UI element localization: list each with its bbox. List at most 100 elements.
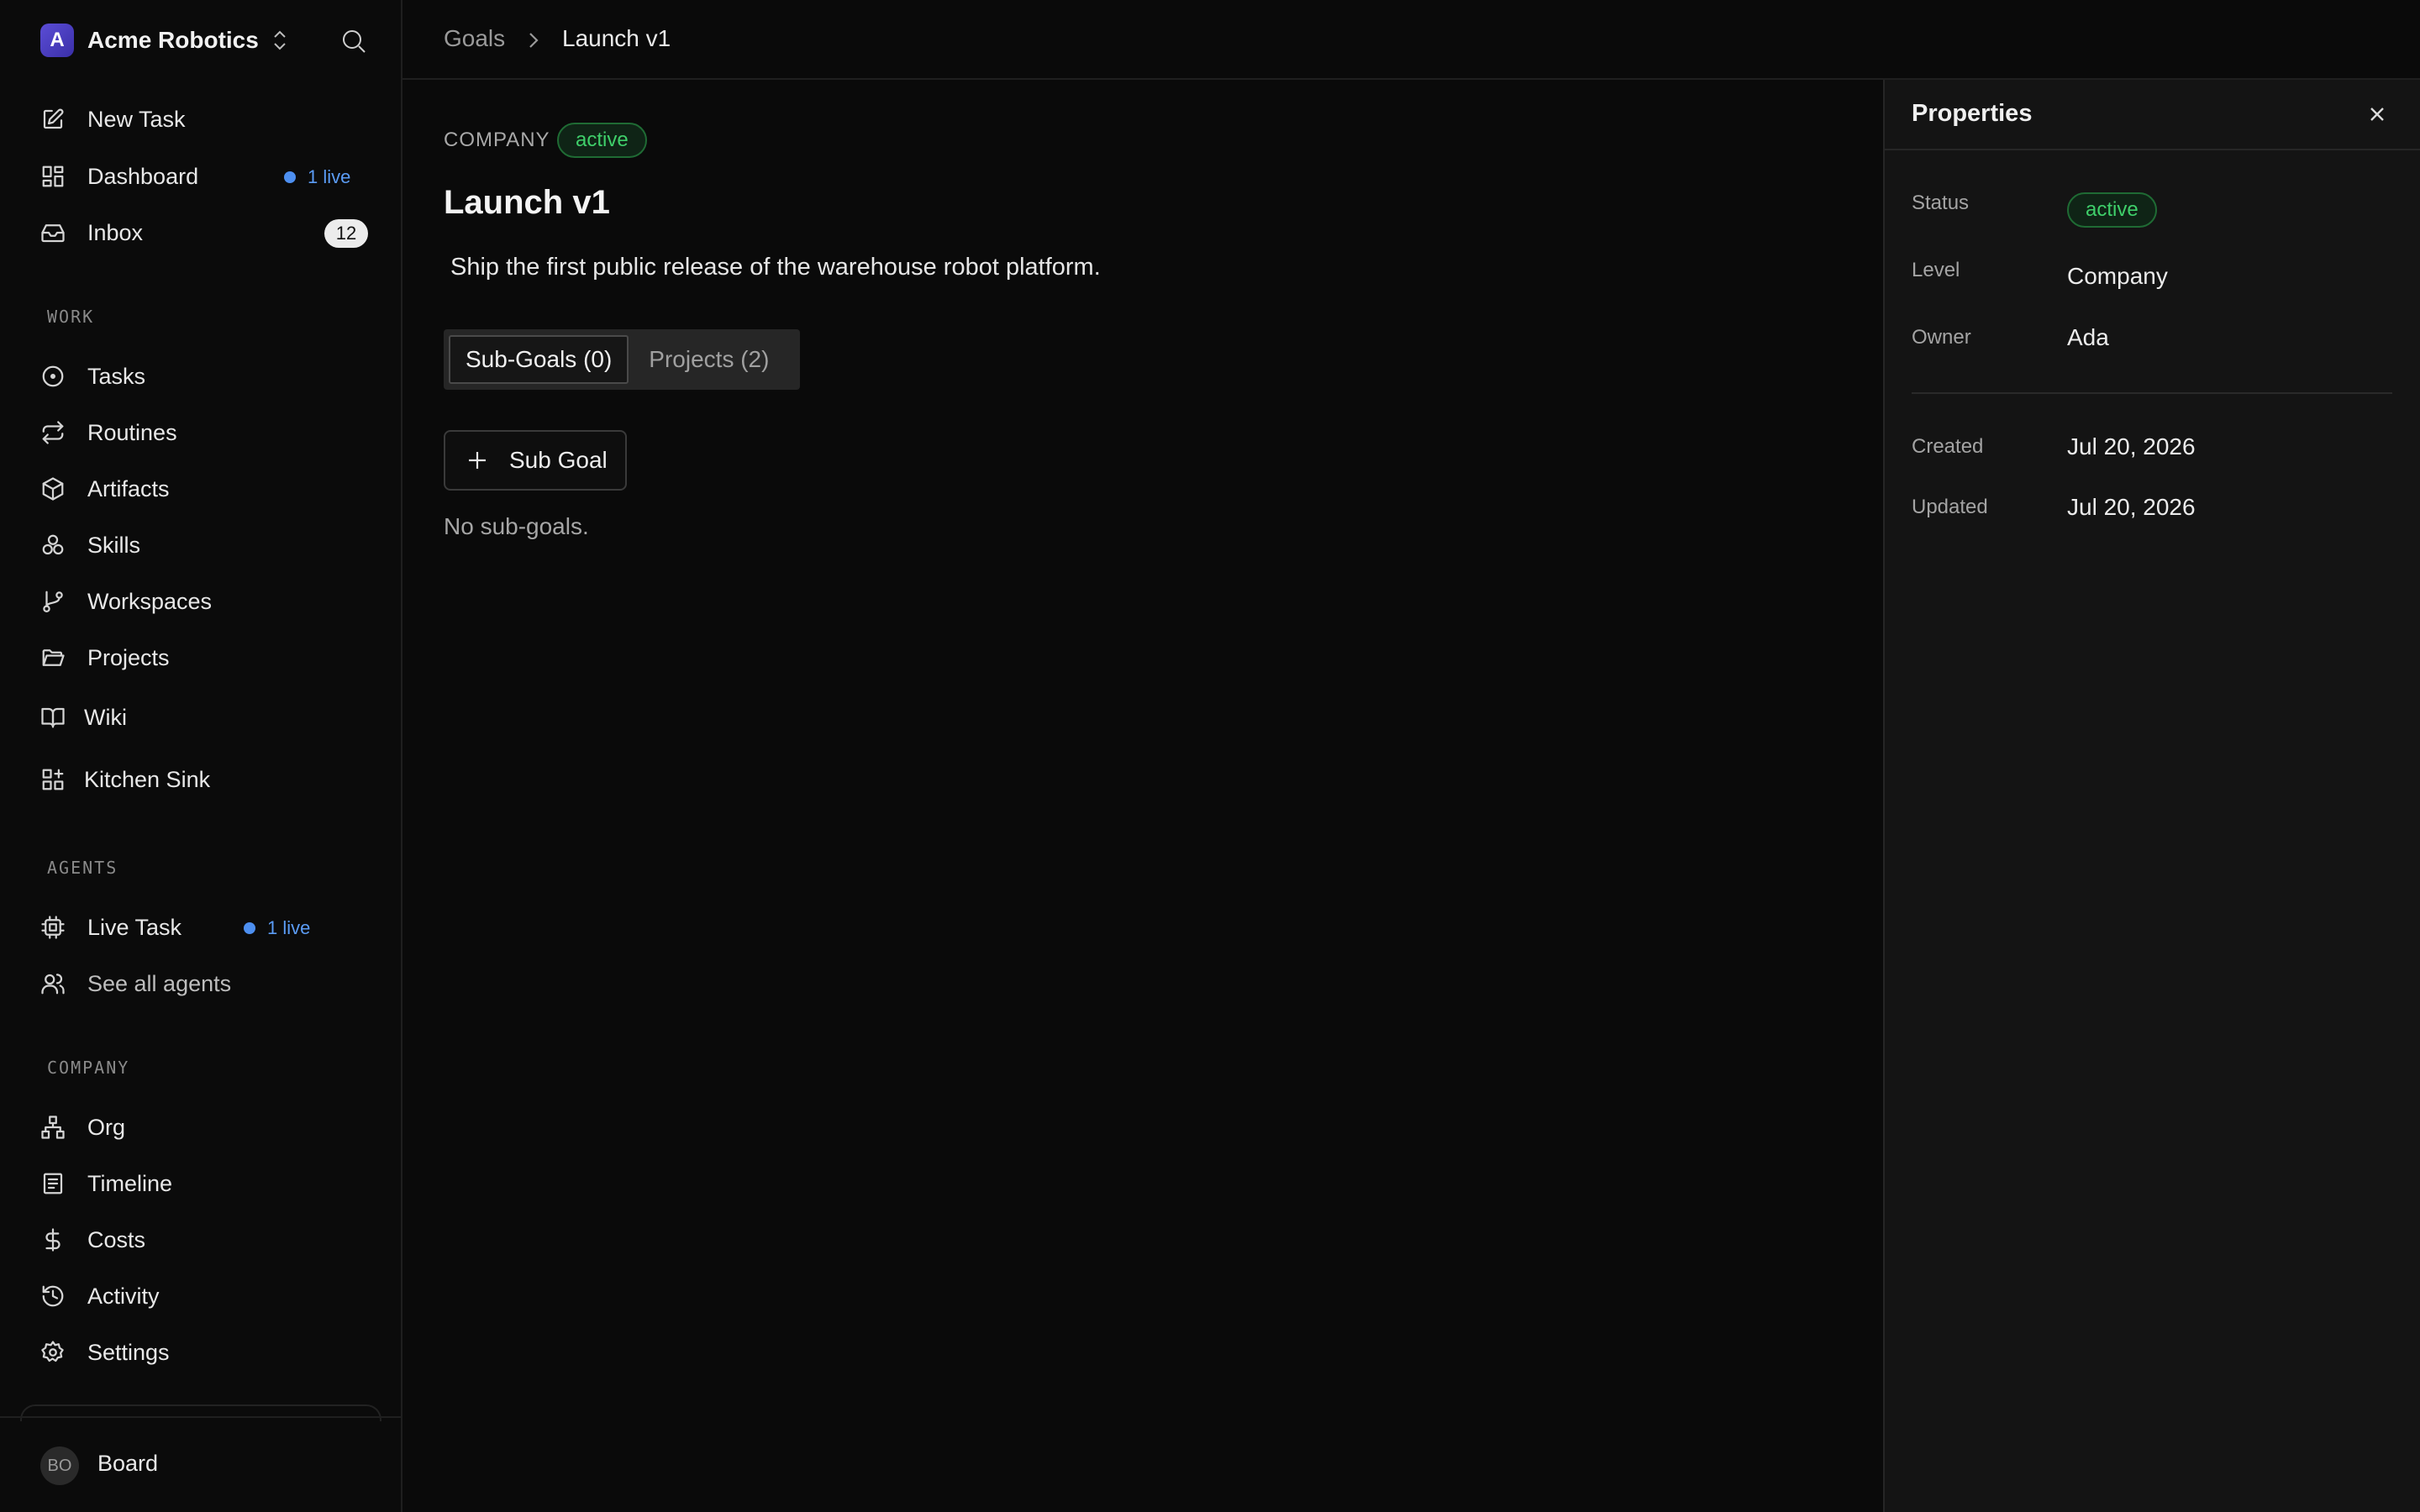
sidebar-item-label: Activity bbox=[87, 1283, 160, 1309]
company-switcher[interactable]: A Acme Robotics bbox=[40, 22, 289, 59]
circle-dot-icon bbox=[40, 364, 66, 389]
gear-icon bbox=[40, 1340, 66, 1365]
live-text: 1 live bbox=[267, 917, 311, 938]
sidebar-item-wiki[interactable]: Wiki bbox=[40, 696, 368, 739]
sidebar-item-label: Inbox bbox=[87, 219, 144, 245]
search-icon[interactable] bbox=[339, 27, 368, 55]
history-icon bbox=[40, 1284, 66, 1309]
level-label: Level bbox=[1912, 259, 1960, 281]
sidebar-item-label: Costs bbox=[87, 1226, 146, 1252]
section-label-agents: AGENTS bbox=[47, 858, 118, 878]
status-badge[interactable]: active bbox=[2067, 192, 2157, 228]
chevron-up-down-icon bbox=[271, 28, 289, 53]
inbox-count-badge: 12 bbox=[324, 219, 368, 248]
sidebar-item-label: Projects bbox=[87, 644, 170, 670]
dashboard-icon bbox=[40, 164, 66, 189]
owner-value[interactable]: Ada bbox=[2067, 324, 2109, 351]
branch-icon bbox=[40, 589, 66, 614]
sidebar-item-label: Kitchen Sink bbox=[84, 766, 211, 792]
sidebar-item-label: Live Task bbox=[87, 914, 182, 940]
company-logo: A bbox=[40, 24, 74, 57]
goal-description[interactable]: Ship the first public release of the war… bbox=[450, 254, 1101, 281]
grid-plus-icon bbox=[40, 767, 66, 792]
avatar[interactable]: BO bbox=[40, 1446, 79, 1485]
chevron-right-icon bbox=[523, 29, 544, 52]
live-indicator: 1 live bbox=[244, 917, 310, 939]
sidebar-item-see-all-agents[interactable]: See all agents bbox=[40, 962, 368, 1005]
top-bar: Goals Launch v1 bbox=[402, 0, 2420, 80]
company-name: Acme Robotics bbox=[87, 27, 259, 53]
sidebar-item-org[interactable]: Org bbox=[40, 1105, 368, 1149]
sidebar-item-costs[interactable]: Costs bbox=[40, 1218, 368, 1262]
section-label-work: WORK bbox=[47, 307, 95, 327]
sidebar-item-skills[interactable]: Skills bbox=[40, 523, 368, 567]
sidebar-item-new-task[interactable]: New Task bbox=[40, 97, 368, 141]
sidebar-item-activity[interactable]: Activity bbox=[40, 1274, 368, 1318]
repeat-icon bbox=[40, 420, 66, 445]
sidebar-item-workspaces[interactable]: Workspaces bbox=[40, 580, 368, 623]
sidebar-item-routines[interactable]: Routines bbox=[40, 411, 368, 454]
user-name[interactable]: Board bbox=[97, 1451, 158, 1477]
breadcrumb-goals[interactable]: Goals bbox=[444, 25, 505, 52]
sidebar-item-settings[interactable]: Settings bbox=[40, 1331, 368, 1374]
section-label-company: COMPANY bbox=[47, 1058, 130, 1078]
live-dot bbox=[244, 922, 255, 934]
cpu-icon bbox=[40, 915, 66, 940]
sidebar-item-label: New Task bbox=[87, 106, 186, 132]
add-sub-goal-button[interactable]: Sub Goal bbox=[444, 430, 627, 491]
goal-level: COMPANY bbox=[444, 129, 550, 151]
status-badge: active bbox=[557, 123, 647, 158]
inbox-icon bbox=[40, 220, 66, 245]
created-label: Created bbox=[1912, 435, 1984, 458]
sidebar-item-projects[interactable]: Projects bbox=[40, 636, 368, 680]
sidebar-item-label: Skills bbox=[87, 532, 141, 558]
sidebar-item-label: Workspaces bbox=[87, 588, 213, 614]
goal-detail: COMPANY active Launch v1 Ship the first … bbox=[402, 80, 1883, 1512]
edit-icon bbox=[40, 107, 66, 132]
dollar-icon bbox=[40, 1227, 66, 1252]
live-dot bbox=[284, 171, 296, 183]
live-text: 1 live bbox=[308, 166, 351, 187]
timeline-icon bbox=[40, 1171, 66, 1196]
status-label: Status bbox=[1912, 192, 1970, 214]
properties-divider bbox=[1912, 392, 2392, 394]
level-value[interactable]: Company bbox=[2067, 263, 2168, 290]
sidebar-item-label: Tasks bbox=[87, 363, 146, 389]
sidebar-item-label: Settings bbox=[87, 1339, 170, 1365]
goal-tabs: Sub-Goals (0) Projects (2) bbox=[444, 329, 800, 390]
tab-sub-goals[interactable]: Sub-Goals (0) bbox=[449, 335, 629, 384]
sidebar-item-label: Dashboard bbox=[87, 163, 199, 189]
sidebar-item-label: Artifacts bbox=[87, 475, 170, 501]
sidebar-item-kitchen-sink[interactable]: Kitchen Sink bbox=[40, 758, 368, 801]
tab-projects[interactable]: Projects (2) bbox=[634, 335, 784, 384]
sidebar-item-inbox[interactable]: Inbox 12 bbox=[40, 211, 368, 255]
skills-icon bbox=[40, 533, 66, 558]
live-indicator: 1 live bbox=[284, 166, 350, 188]
page-title: Launch v1 bbox=[444, 184, 610, 221]
sidebar-item-label: Wiki bbox=[84, 704, 127, 730]
updated-label: Updated bbox=[1912, 496, 1988, 518]
book-icon bbox=[40, 705, 66, 730]
properties-title: Properties bbox=[1912, 100, 2033, 127]
sidebar-item-dashboard[interactable]: Dashboard 1 live bbox=[40, 155, 368, 198]
properties-header: Properties bbox=[1885, 80, 2420, 150]
org-chart-icon bbox=[40, 1115, 66, 1140]
created-value: Jul 20, 2026 bbox=[2067, 433, 2196, 459]
sidebar: A Acme Robotics New Task Dashboard 1 liv… bbox=[0, 0, 402, 1512]
empty-state-text: No sub-goals. bbox=[444, 513, 589, 539]
sidebar-item-label: Timeline bbox=[87, 1170, 173, 1196]
owner-label: Owner bbox=[1912, 326, 1971, 349]
close-icon[interactable] bbox=[2366, 103, 2388, 125]
sidebar-item-live-task[interactable]: Live Task 1 live bbox=[40, 906, 368, 949]
properties-panel: Properties Status active Level Company O… bbox=[1883, 80, 2420, 1512]
sidebar-item-artifacts[interactable]: Artifacts bbox=[40, 467, 368, 511]
sidebar-item-label: See all agents bbox=[87, 970, 232, 996]
sidebar-item-tasks[interactable]: Tasks bbox=[40, 354, 368, 398]
sidebar-item-timeline[interactable]: Timeline bbox=[40, 1162, 368, 1205]
sidebar-item-label: Org bbox=[87, 1114, 126, 1140]
add-sub-goal-label: Sub Goal bbox=[509, 447, 608, 473]
sidebar-item-label: Routines bbox=[87, 419, 177, 445]
package-icon bbox=[40, 476, 66, 501]
updated-value: Jul 20, 2026 bbox=[2067, 494, 2196, 520]
folder-icon bbox=[40, 645, 66, 670]
